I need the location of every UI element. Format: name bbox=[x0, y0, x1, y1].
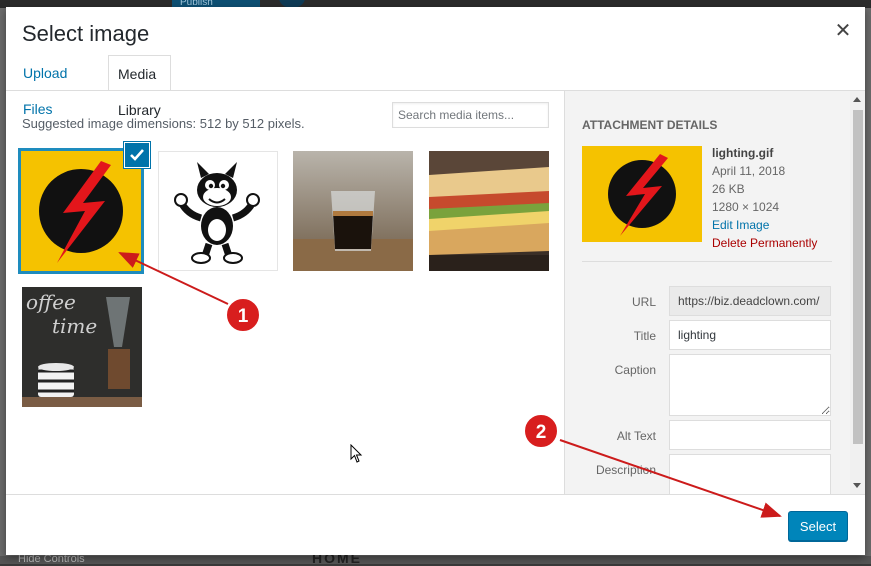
espresso-image bbox=[293, 151, 413, 271]
sandwich-image bbox=[429, 151, 549, 271]
sidebar-scrollbar[interactable] bbox=[850, 91, 865, 494]
mouse-cursor-icon bbox=[350, 444, 363, 463]
edit-image-link[interactable]: Edit Image bbox=[712, 216, 817, 234]
suggested-dimensions: Suggested image dimensions: 512 by 512 p… bbox=[22, 116, 305, 131]
title-label: Title bbox=[633, 329, 656, 343]
coffee-time-image: offee time bbox=[22, 287, 142, 407]
attachment-details-sidebar: Attachment Details lighting.gif April 11… bbox=[564, 91, 865, 494]
lightning-logo-image bbox=[21, 151, 141, 271]
caption-label: Caption bbox=[614, 363, 656, 377]
svg-text:time: time bbox=[52, 314, 97, 338]
cartoon-cat-image bbox=[159, 152, 277, 270]
media-item-sandwich[interactable] bbox=[429, 151, 549, 271]
attachment-preview bbox=[582, 146, 702, 242]
attachment-filename: lighting.gif bbox=[712, 146, 774, 160]
title-field[interactable] bbox=[669, 320, 831, 350]
select-button[interactable]: Select bbox=[788, 511, 848, 541]
attachment-meta: lighting.gif April 11, 2018 26 KB 1280 ×… bbox=[712, 144, 817, 252]
delete-permanently-link[interactable]: Delete Permanently bbox=[712, 234, 817, 252]
scroll-up-icon[interactable] bbox=[853, 97, 861, 102]
attachment-details-heading: Attachment Details bbox=[582, 118, 718, 132]
scroll-down-icon[interactable] bbox=[853, 483, 861, 488]
tab-media-library[interactable]: Media Library bbox=[108, 55, 171, 118]
caption-field[interactable] bbox=[669, 354, 831, 416]
media-item-coffee-time[interactable]: offee time bbox=[22, 287, 142, 407]
alt-text-field[interactable] bbox=[669, 420, 831, 450]
sidebar-divider bbox=[582, 261, 832, 262]
media-library-panel: Suggested image dimensions: 512 by 512 p… bbox=[6, 91, 564, 494]
media-item-cartoon-cat[interactable] bbox=[158, 151, 278, 271]
lightning-preview-image bbox=[582, 146, 702, 242]
description-label: Description bbox=[595, 463, 656, 477]
scroll-thumb[interactable] bbox=[853, 110, 863, 444]
description-field[interactable] bbox=[669, 454, 831, 494]
background-footer bbox=[0, 556, 871, 564]
svg-text:offee: offee bbox=[26, 290, 76, 314]
alt-text-label: Alt Text bbox=[616, 429, 656, 443]
attachment-date: April 11, 2018 bbox=[712, 164, 786, 178]
attachment-filesize: 26 KB bbox=[712, 182, 745, 196]
close-icon[interactable]: ✕ bbox=[833, 21, 853, 41]
tab-upload-files[interactable]: Upload Files bbox=[14, 55, 76, 117]
modal-footer: Select bbox=[6, 494, 865, 555]
url-label: URL bbox=[631, 295, 656, 309]
media-item-espresso[interactable] bbox=[293, 151, 413, 271]
selected-check-icon[interactable] bbox=[124, 142, 150, 168]
modal-title: Select image bbox=[22, 21, 150, 46]
select-image-modal: Select image ✕ Upload Files Media Librar… bbox=[6, 7, 865, 555]
attachment-dimensions: 1280 × 1024 bbox=[712, 200, 780, 214]
search-media-input[interactable] bbox=[392, 102, 549, 128]
url-field[interactable] bbox=[669, 286, 831, 316]
